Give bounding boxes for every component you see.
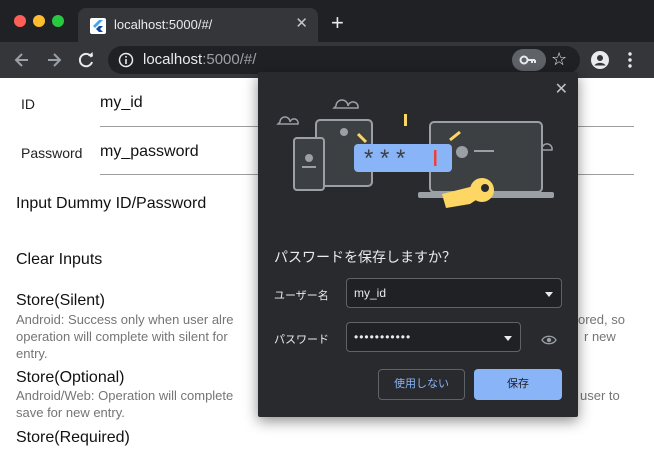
password-select[interactable]: ••••••••••• (346, 322, 521, 352)
store-optional-button[interactable]: Store(Optional) (16, 369, 125, 387)
password-label: Password (21, 145, 83, 161)
url-host: localhost (143, 51, 203, 68)
store-silent-desc-line-3: entry. (16, 346, 48, 361)
clear-inputs-button[interactable]: Clear Inputs (16, 251, 102, 269)
menu-kebab-icon[interactable] (627, 51, 633, 69)
browser-window: localhost:5000/#/ ✕ + localhost:5000/#/ (0, 0, 654, 449)
store-optional-desc-line-1-right: user to (580, 388, 620, 403)
password-mask-text: * * * (364, 145, 405, 172)
password-input[interactable]: my_password (100, 143, 199, 161)
info-icon[interactable] (118, 52, 134, 68)
username-value: my_id (354, 286, 387, 300)
store-required-button[interactable]: Store(Required) (16, 429, 130, 447)
bookmark-star-icon[interactable]: ☆ (551, 48, 567, 70)
store-silent-button[interactable]: Store(Silent) (16, 292, 105, 310)
caret-down-icon (545, 292, 553, 297)
save-button[interactable]: 保存 (474, 369, 562, 400)
caret-down-icon (504, 336, 512, 341)
store-silent-desc-line-2-right: r new (584, 329, 616, 344)
tab-close-icon[interactable]: ✕ (295, 15, 308, 33)
zoom-window-button[interactable] (52, 15, 64, 27)
save-password-dialog: ✕ * * * パスワードを保存しますか？ ユーザー名 my_id パスワード … (258, 72, 578, 417)
store-silent-desc-line-2: operation will complete with silent for (16, 329, 228, 344)
key-icon (519, 55, 536, 65)
store-silent-desc-line-1: Android: Success only when user alre (16, 312, 234, 327)
new-tab-button[interactable]: + (331, 12, 344, 34)
never-save-button[interactable]: 使用しない (378, 369, 465, 400)
close-window-button[interactable] (14, 15, 26, 27)
flutter-icon (90, 18, 106, 34)
password-devices-illustration: * * * (276, 99, 554, 208)
username-label: ユーザー名 (274, 290, 329, 302)
store-optional-desc-line-2: save for new entry. (16, 405, 125, 420)
id-label: ID (21, 96, 35, 112)
input-dummy-button[interactable]: Input Dummy ID/Password (16, 195, 206, 213)
back-arrow-icon[interactable] (12, 50, 32, 70)
title-bar: localhost:5000/#/ ✕ + (0, 0, 654, 42)
dialog-title: パスワードを保存しますか？ (274, 249, 456, 265)
profile-avatar-icon[interactable] (590, 50, 610, 70)
password-key-button[interactable] (512, 49, 546, 71)
url-text[interactable]: localhost:5000/#/ (143, 51, 256, 68)
browser-tab[interactable]: localhost:5000/#/ ✕ (78, 8, 318, 42)
minimize-window-button[interactable] (33, 15, 45, 27)
tab-title: localhost:5000/#/ (114, 17, 213, 32)
forward-arrow-icon[interactable] (44, 50, 64, 70)
address-bar[interactable]: localhost:5000/#/ ☆ (108, 46, 580, 74)
store-optional-desc-line-1: Android/Web: Operation will complete (16, 388, 234, 403)
reload-icon[interactable] (76, 50, 96, 70)
username-select[interactable]: my_id (346, 278, 562, 308)
eye-icon[interactable] (541, 333, 557, 347)
url-path: :5000/#/ (202, 51, 257, 68)
password-label-jp: パスワード (274, 334, 329, 346)
password-dots: ••••••••••• (354, 330, 412, 344)
store-silent-desc-line-1-right: ored, so (578, 312, 625, 327)
id-input[interactable]: my_id (100, 94, 143, 112)
